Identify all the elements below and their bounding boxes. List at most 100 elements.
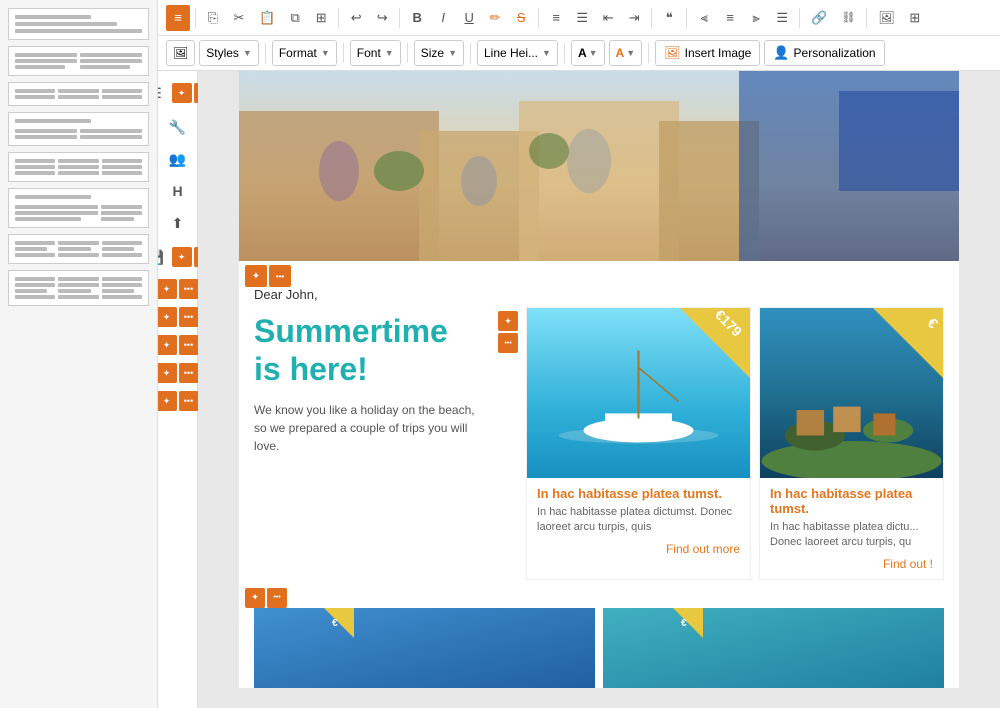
size-select[interactable]: Size ▼ — [414, 40, 464, 66]
font-chevron: ▼ — [385, 48, 394, 58]
email-canvas[interactable]: ✦ ••• Dear John, Summertime is here! We … — [198, 71, 1000, 708]
side-orange-btn-6[interactable]: ✦ — [158, 363, 177, 383]
align-justify-button[interactable]: ☰ — [770, 5, 794, 31]
contacts-btn[interactable]: 👥 — [164, 145, 192, 173]
product-row-move-btn[interactable]: ✦ — [498, 311, 518, 331]
heading-btn[interactable]: H — [164, 177, 192, 205]
underline-button[interactable]: U — [457, 5, 481, 31]
bottom-img-svg-1: € — [254, 608, 595, 688]
bottom-card-2: € — [603, 608, 944, 688]
redo-button[interactable]: ↪ — [370, 5, 394, 31]
align-center-button[interactable]: ≡ — [718, 5, 742, 31]
link-button[interactable]: 🔗 — [805, 5, 833, 31]
side-tool-group-6: ✦ ••• — [158, 361, 201, 385]
settings-btn[interactable]: 🔧 — [164, 113, 192, 141]
template-5[interactable] — [8, 152, 149, 182]
cut-button[interactable]: ✂ — [227, 5, 251, 31]
product-image-1: €179 — [527, 308, 750, 478]
sep-4 — [538, 8, 539, 28]
bold-button[interactable]: B — [405, 5, 429, 31]
side-dots-btn-3[interactable]: ••• — [179, 279, 199, 299]
save-btn[interactable]: 💾 — [158, 243, 170, 271]
template-4[interactable] — [8, 112, 149, 146]
format-select[interactable]: Format ▼ — [272, 40, 337, 66]
side-tool-group-7: ✦ ••• — [158, 389, 201, 413]
template-7[interactable] — [8, 234, 149, 264]
row-move-btn-bottom[interactable]: ✦ — [245, 588, 265, 608]
side-orange-btn-7[interactable]: ✦ — [158, 391, 177, 411]
row-move-btn-greeting[interactable]: ✦ — [245, 265, 267, 287]
image-select[interactable]: 🖼 — [166, 40, 195, 66]
side-tool-group-5: ✦ ••• — [158, 333, 201, 357]
sep-5 — [651, 8, 652, 28]
italic-button[interactable]: I — [431, 5, 455, 31]
side-dots-btn-4[interactable]: ••• — [179, 307, 199, 327]
image-button[interactable]: 🖼 — [872, 5, 901, 31]
font-label: Font — [357, 46, 381, 60]
copy-button[interactable]: ⎘ — [201, 5, 225, 31]
undo-button[interactable]: ↩ — [344, 5, 368, 31]
product-card-1: €179 In hac habitasse platea tumst. In h… — [526, 307, 751, 580]
list-view-btn[interactable]: ☰ — [158, 79, 170, 107]
template-1[interactable] — [8, 8, 149, 40]
headline: Summertime is here! — [254, 312, 488, 389]
format-sep-6 — [648, 43, 649, 63]
svg-text:€: € — [332, 618, 338, 629]
insert-image-btn[interactable]: 🖼 Insert Image — [655, 40, 760, 66]
blockquote-button[interactable]: ❝ — [657, 5, 681, 31]
font-select[interactable]: Font ▼ — [350, 40, 401, 66]
strikethrough-button[interactable]: S — [509, 5, 533, 31]
align-right-button[interactable]: ⫸ — [744, 5, 768, 31]
product-row-dots-btn[interactable]: ••• — [498, 333, 518, 353]
template-2[interactable] — [8, 46, 149, 76]
styles-select[interactable]: Styles ▼ — [199, 40, 259, 66]
indent-right-button[interactable]: ⇥ — [622, 5, 646, 31]
side-orange-btn-1[interactable]: ✦ — [172, 83, 192, 103]
align-left-button[interactable]: ⫷ — [692, 5, 716, 31]
side-orange-btn-5[interactable]: ✦ — [158, 335, 177, 355]
row-dots-btn-greeting[interactable]: ••• — [269, 265, 291, 287]
template-3[interactable] — [8, 82, 149, 106]
sep-1 — [195, 8, 196, 28]
unlink-button[interactable]: ⛓ — [835, 5, 861, 31]
font-color-btn[interactable]: A ▼ — [571, 40, 605, 66]
table-button[interactable]: ⊞ — [903, 5, 927, 31]
font-color-chevron: ▼ — [589, 48, 598, 58]
paste-button[interactable]: 📋 — [253, 5, 281, 31]
side-orange-btn-2[interactable]: ✦ — [172, 247, 192, 267]
bg-color-btn[interactable]: A ▼ — [609, 40, 643, 66]
personalization-btn[interactable]: 👤 Personalization — [764, 40, 884, 66]
side-dots-btn-5[interactable]: ••• — [179, 335, 199, 355]
paste-special-button[interactable]: ⧉ — [283, 5, 307, 31]
side-tool-group-4: ✦ ••• — [158, 305, 201, 329]
bg-color-label: A — [616, 46, 625, 60]
product-desc-1: In hac habitasse platea dictumst. Donec … — [537, 505, 740, 536]
side-orange-btn-3[interactable]: ✦ — [158, 279, 177, 299]
row-dots-btn-bottom[interactable]: ••• — [267, 588, 287, 608]
unordered-list-button[interactable]: ≡ — [544, 5, 568, 31]
indent-left-button[interactable]: ⇤ — [596, 5, 620, 31]
side-orange-btn-4[interactable]: ✦ — [158, 307, 177, 327]
home-button[interactable]: ≡ — [166, 5, 190, 31]
price-text-2: € — [925, 315, 940, 330]
side-tool-group-3: ✦ ••• — [158, 277, 201, 301]
main-toolbar: ≡ ⎘ ✂ 📋 ⧉ ⊞ ↩ ↪ B I U ✏ S ≡ ☰ ⇤ ⇥ ❝ ⫷ ≡ … — [158, 0, 1000, 36]
side-dots-btn-7[interactable]: ••• — [179, 391, 199, 411]
paste-text-button[interactable]: ⊞ — [309, 5, 333, 31]
body-text: We know you like a holiday on the beach,… — [254, 401, 488, 455]
find-more-link-2[interactable]: Find out ! — [770, 557, 933, 571]
line-height-select[interactable]: Line Hei... ▼ — [477, 40, 558, 66]
product-title-1: In hac habitasse platea tumst. — [537, 486, 740, 501]
styles-label: Styles — [206, 46, 239, 60]
template-8[interactable] — [8, 270, 149, 306]
styles-chevron: ▼ — [243, 48, 252, 58]
ordered-list-button[interactable]: ☰ — [570, 5, 594, 31]
sep-7 — [799, 8, 800, 28]
upload-btn[interactable]: ⬆ — [164, 209, 192, 237]
template-6[interactable] — [8, 188, 149, 228]
highlight-button[interactable]: ✏ — [483, 5, 507, 31]
find-more-link-1[interactable]: Find out more — [537, 542, 740, 556]
side-dots-btn-6[interactable]: ••• — [179, 363, 199, 383]
font-color-label: A — [578, 46, 587, 60]
format-chevron: ▼ — [321, 48, 330, 58]
